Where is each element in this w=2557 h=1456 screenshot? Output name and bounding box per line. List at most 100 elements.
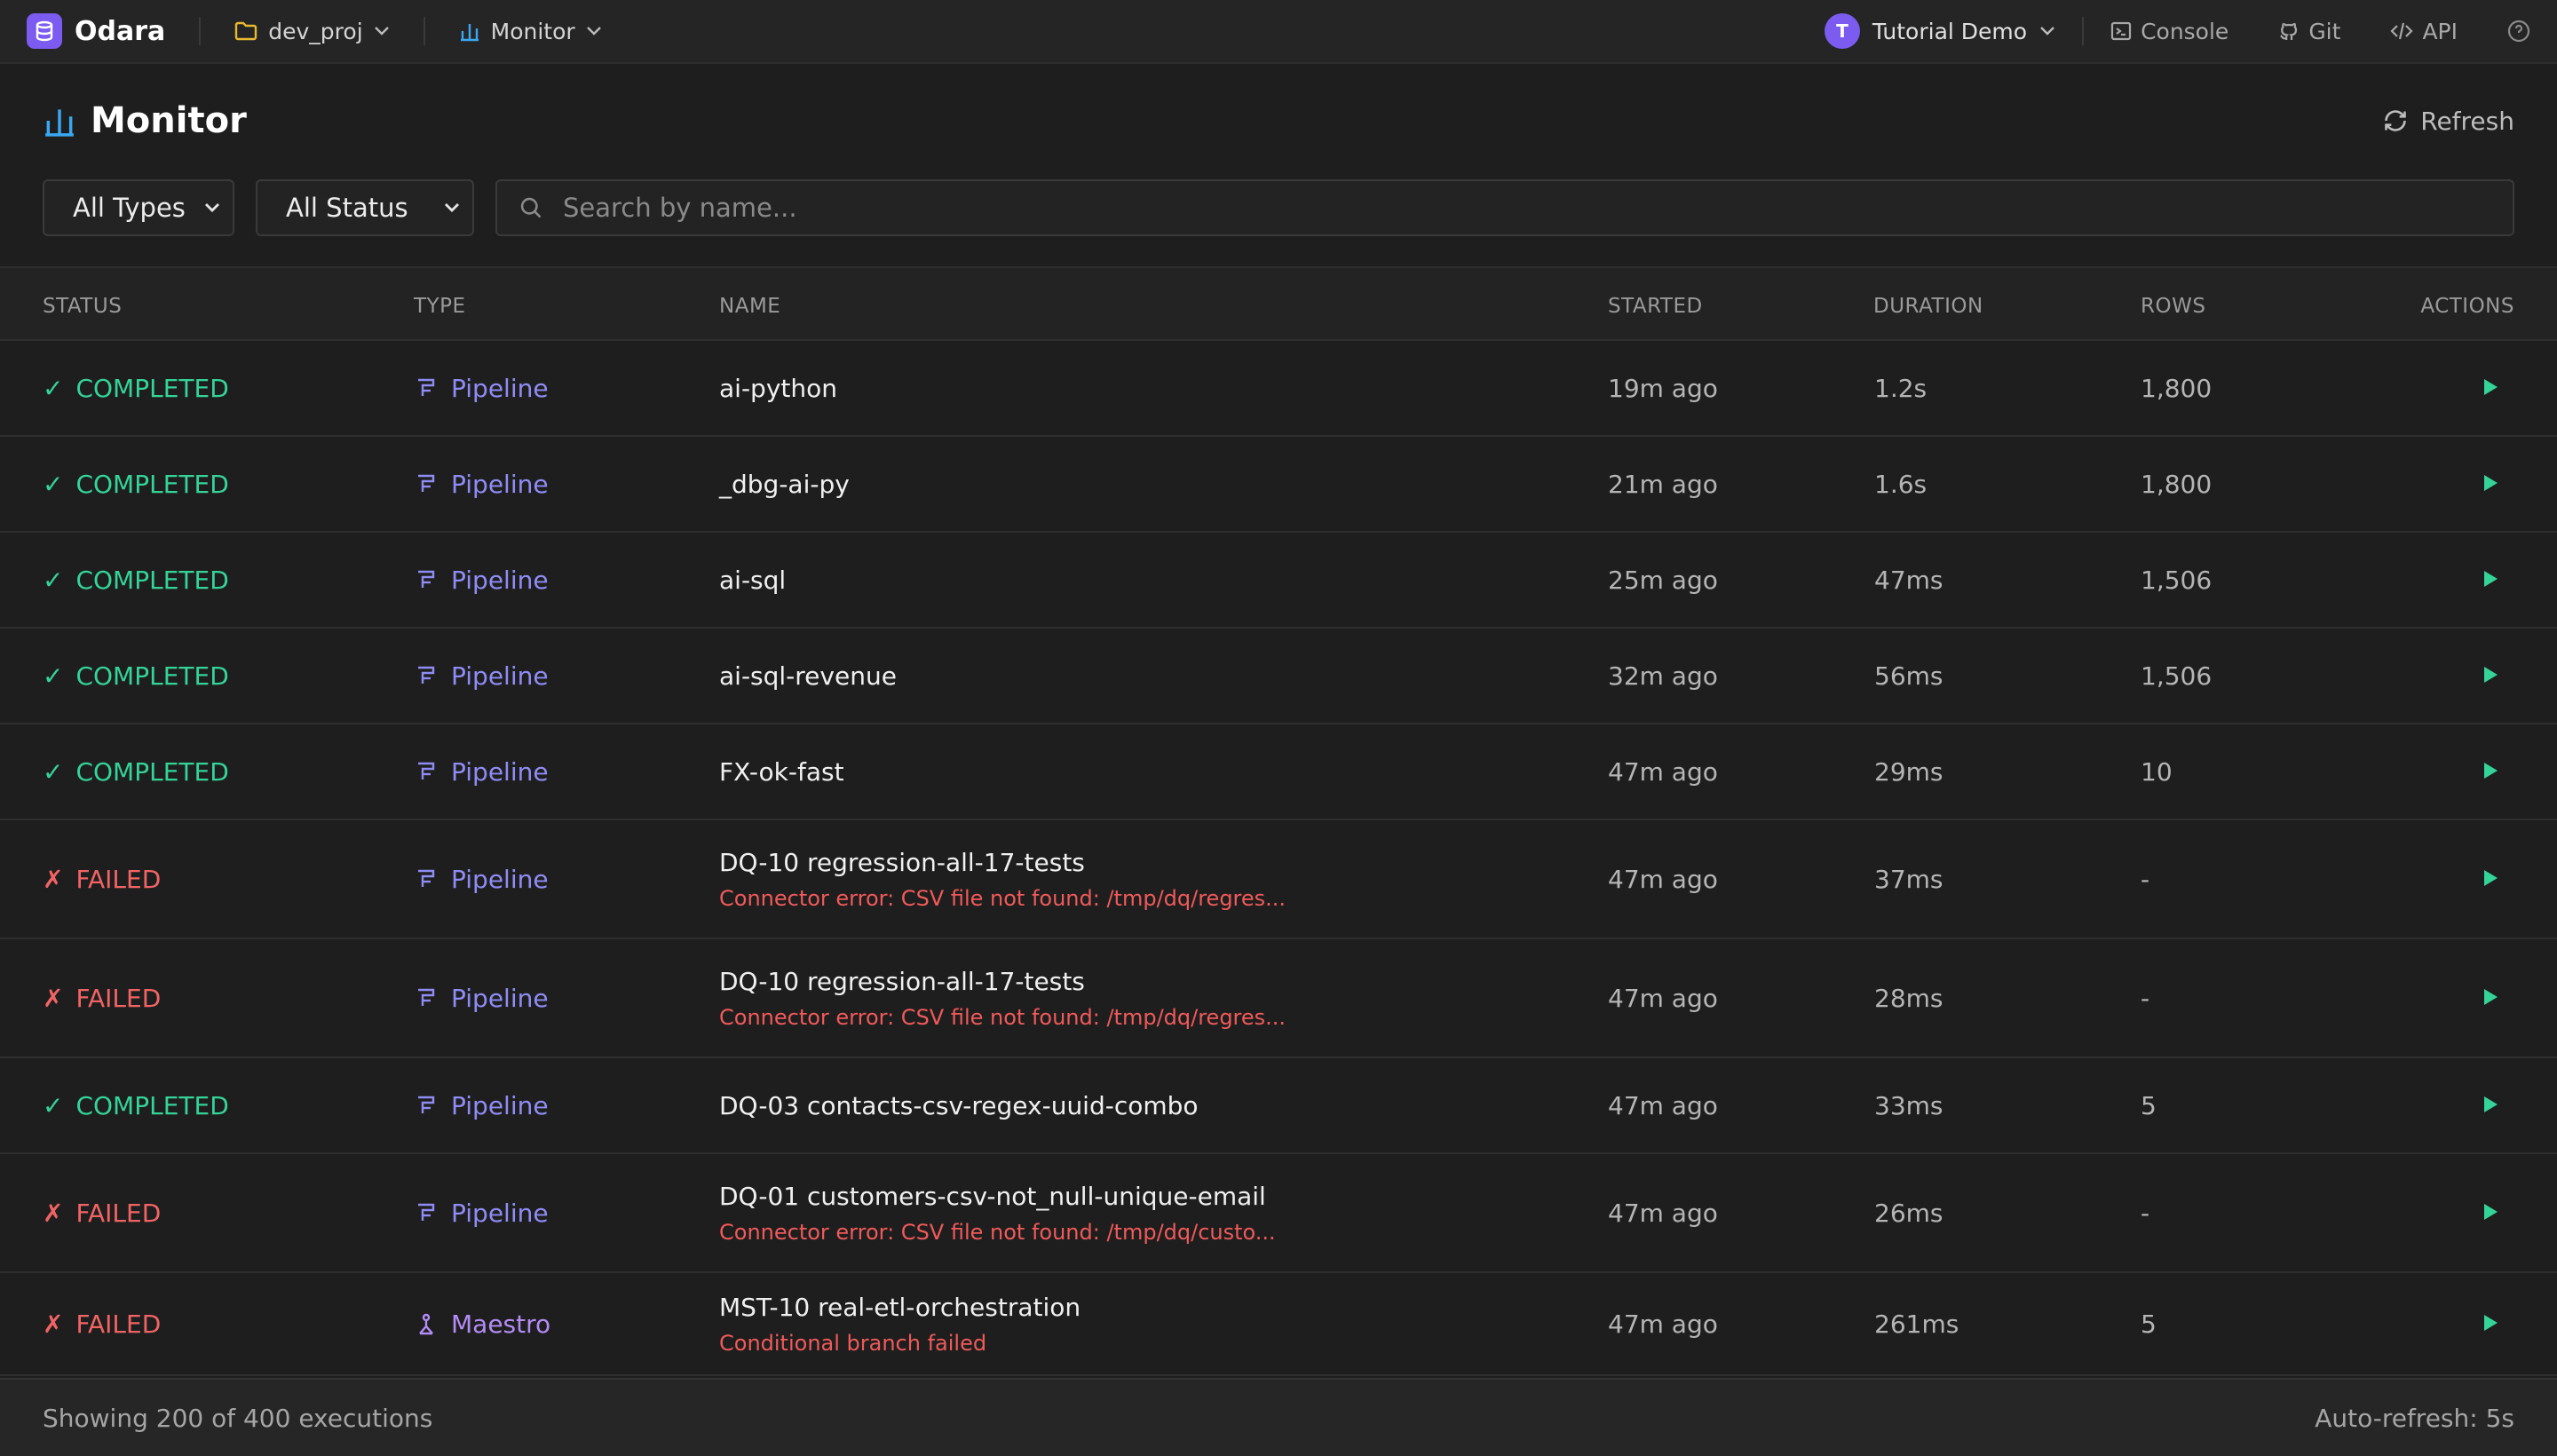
play-icon [2484,1315,2498,1331]
started-time: 21m ago [1608,470,1718,499]
execution-name-text: DQ-01 customers-csv-not_null-unique-emai… [719,1182,1266,1211]
refresh-icon [2385,110,2407,131]
type-label: Pipeline [416,984,549,1013]
header-rows[interactable]: ROWS [2141,295,2205,318]
header-type[interactable]: TYPE [414,295,466,318]
rows-count: - [2141,1199,2150,1228]
header-started[interactable]: STARTED [1608,295,1703,318]
table-row[interactable]: ✓ COMPLETED Pipeline ai-python 19m ago 1.2s 1,… [0,341,2557,437]
status-label: FAILED [75,984,162,1013]
duration-value: 1.6s [1874,470,1928,499]
divider [2082,17,2085,45]
auto-refresh-status: Auto-refresh: 5s [2315,1403,2514,1433]
started-time: 47m ago [1608,984,1718,1013]
run-button[interactable] [2482,1203,2498,1221]
table-row[interactable]: ✓ COMPLETED Pipeline ai-sql 25m ago 47ms 1,506 [0,533,2557,629]
table-row[interactable]: ✗ FAILED Pipeline DQ-10 regression-all-17-t… [0,820,2557,939]
status-filter-select[interactable]: All Status [256,179,474,236]
rows-count: - [2141,865,2150,894]
started-time: 32m ago [1608,661,1718,691]
brand[interactable]: Odara [27,13,165,49]
table-row[interactable]: ✗ FAILED Maestro MST-10 real-etl-orchestrat… [0,1273,2557,1376]
table-row[interactable]: ✓ COMPLETED Pipeline ai-sql-revenue 32m ago 5… [0,629,2557,724]
execution-name[interactable]: DQ-10 regression-all-17-tests Connector e… [719,967,1286,1030]
execution-name[interactable]: ai-sql [719,566,786,595]
type-filter-select[interactable]: All Types [43,179,234,236]
execution-name[interactable]: ai-sql-revenue [719,661,897,691]
run-button[interactable] [2482,474,2498,492]
api-link[interactable]: API [2390,19,2458,44]
execution-name[interactable]: MST-10 real-etl-orchestration Conditional… [719,1293,1081,1356]
section-selector[interactable]: Monitor [459,19,602,44]
duration-value: 26ms [1874,1199,1943,1228]
execution-name-text: DQ-10 regression-all-17-tests [719,848,1085,877]
execution-name[interactable]: ai-python [719,374,837,403]
check-icon: ✓ [43,566,64,595]
status-label: COMPLETED [75,374,229,403]
status-badge: ✗ FAILED [43,865,161,894]
status-label: FAILED [75,1199,162,1228]
run-button[interactable] [2482,378,2498,396]
section-name: Monitor [490,18,575,44]
started-time: 47m ago [1608,1199,1718,1228]
type-text: Pipeline [451,984,549,1013]
error-message: Connector error: CSV file not found: /tm… [719,1220,1276,1245]
execution-name[interactable]: DQ-03 contacts-csv-regex-uuid-combo [719,1091,1199,1120]
page-title: Monitor [91,100,247,141]
executions-table: STATUS TYPE NAME STARTED DURATION ROWS A… [0,266,2557,1376]
table-row[interactable]: ✗ FAILED Pipeline DQ-10 regression-all-17-t… [0,939,2557,1058]
table-row[interactable]: ✗ FAILED Pipeline DQ-01 customers-csv-not_n… [0,1154,2557,1273]
play-icon [2484,763,2498,779]
table-row[interactable]: ✓ COMPLETED Pipeline _dbg-ai-py 21m ago 1.6s 1… [0,437,2557,533]
execution-name[interactable]: DQ-01 customers-csv-not_null-unique-emai… [719,1182,1276,1245]
table-row[interactable]: ✓ COMPLETED Pipeline FX-ok-fast 47m ago 29ms 1… [0,724,2557,820]
type-text: Maestro [451,1310,551,1339]
run-button[interactable] [2482,666,2498,684]
header-status[interactable]: STATUS [43,295,122,318]
x-icon: ✗ [43,1199,64,1228]
execution-name[interactable]: DQ-10 regression-all-17-tests Connector e… [719,848,1286,911]
run-button[interactable] [2482,1096,2498,1113]
check-icon: ✓ [43,374,64,403]
duration-value: 56ms [1874,661,1943,691]
header-duration[interactable]: DURATION [1873,295,1983,318]
execution-name[interactable]: FX-ok-fast [719,757,844,787]
pipeline-icon [418,474,435,492]
refresh-button[interactable]: Refresh [2383,107,2514,136]
project-selector[interactable]: dev_proj [234,19,389,44]
execution-name-text: ai-sql-revenue [719,661,897,691]
bar-chart-icon [460,24,479,42]
pipeline-icon [418,869,435,887]
maestro-icon [419,1313,433,1334]
table-row[interactable]: ✓ COMPLETED Pipeline DQ-03 contacts-csv-reg… [0,1058,2557,1154]
play-icon [2484,379,2498,395]
status-badge: ✓ COMPLETED [43,374,229,403]
help-button[interactable] [2507,20,2530,43]
run-button[interactable] [2482,570,2498,588]
type-label: Pipeline [416,661,549,691]
type-text: Pipeline [451,1199,549,1228]
type-text: Pipeline [451,566,549,595]
type-label: Pipeline [416,1091,549,1120]
check-icon: ✓ [43,757,64,787]
play-icon [2484,989,2498,1005]
type-text: Pipeline [451,757,549,787]
play-icon [2484,667,2498,683]
user-menu[interactable]: T Tutorial Demo [1824,13,2055,49]
started-time: 47m ago [1608,757,1718,787]
error-message: Connector error: CSV file not found: /tm… [719,1005,1286,1030]
run-button[interactable] [2482,762,2498,779]
refresh-label: Refresh [2420,106,2514,136]
header-name[interactable]: NAME [719,295,780,318]
execution-name[interactable]: _dbg-ai-py [719,470,850,499]
pipeline-icon [418,378,435,396]
search-input[interactable] [563,193,2427,223]
run-button[interactable] [2482,988,2498,1006]
git-label: Git [2308,18,2341,44]
run-button[interactable] [2482,1314,2498,1332]
execution-name-text: ai-sql [719,566,787,595]
pipeline-icon [418,1096,435,1113]
run-button[interactable] [2482,869,2498,887]
console-link[interactable]: Console [2110,19,2228,44]
git-link[interactable]: Git [2278,19,2340,44]
